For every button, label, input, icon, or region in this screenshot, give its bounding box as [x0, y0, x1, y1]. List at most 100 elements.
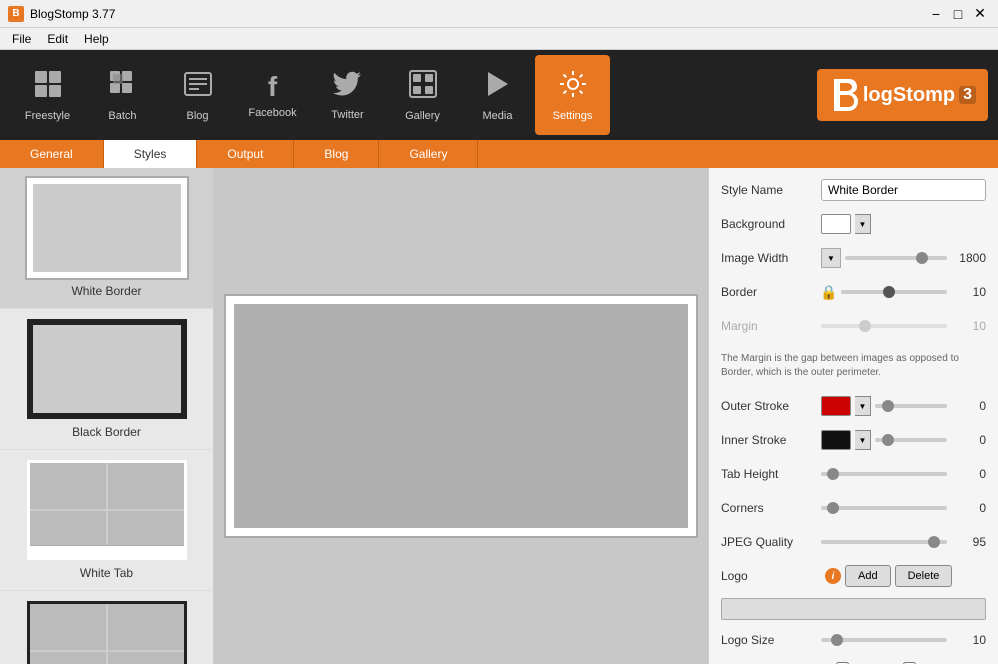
- preview-cell-4: [234, 416, 385, 528]
- inner-stroke-dropdown[interactable]: ▼: [855, 430, 871, 450]
- border-slider[interactable]: [841, 290, 947, 294]
- style-label-black-border: Black Border: [72, 425, 141, 439]
- toolbar-settings[interactable]: Settings: [535, 55, 610, 135]
- style-name-input[interactable]: [821, 179, 986, 201]
- toolbar-twitter-label: Twitter: [331, 109, 363, 121]
- margin-slider[interactable]: [821, 324, 947, 328]
- background-color-dropdown[interactable]: ▼: [855, 214, 871, 234]
- corners-value: 0: [951, 501, 986, 515]
- outer-stroke-label: Outer Stroke: [721, 399, 821, 413]
- margin-control: 10: [821, 319, 986, 333]
- menu-edit[interactable]: Edit: [39, 30, 76, 48]
- toolbar-freestyle-label: Freestyle: [25, 110, 70, 122]
- corners-label: Corners: [721, 501, 821, 515]
- style-name-label: Style Name: [721, 183, 821, 197]
- logo-bar: [721, 598, 986, 620]
- toolbar-blog[interactable]: Blog: [160, 55, 235, 135]
- menubar: File Edit Help: [0, 28, 998, 50]
- sidebar: White Border Black Border White Tab: [0, 168, 214, 664]
- image-width-value: 1800: [951, 251, 986, 265]
- titlebar: B BlogStomp 3.77 − □ ✕: [0, 0, 998, 28]
- subtab-general[interactable]: General: [0, 140, 104, 168]
- logo-control: i Add Delete: [821, 565, 986, 587]
- logo-info-icon[interactable]: i: [825, 568, 841, 584]
- style-item-black-border[interactable]: Black Border: [0, 309, 213, 450]
- jpeg-quality-slider[interactable]: [821, 540, 947, 544]
- style-item-white-tab[interactable]: White Tab: [0, 450, 213, 591]
- outer-stroke-color-swatch[interactable]: [821, 396, 851, 416]
- toolbar: Freestyle Batch Blog f Facebook Twitter …: [0, 50, 998, 140]
- style-name-control: [821, 179, 986, 201]
- outer-stroke-dropdown[interactable]: ▼: [855, 396, 871, 416]
- toolbar-batch[interactable]: Batch: [85, 55, 160, 135]
- border-value: 10: [951, 285, 986, 299]
- menu-help[interactable]: Help: [76, 30, 117, 48]
- border-row: Border 🔒 10: [721, 280, 986, 304]
- gallery-icon: [408, 69, 438, 106]
- logo-add-button[interactable]: Add: [845, 565, 891, 587]
- white-tab-indicator: [30, 545, 184, 557]
- jpeg-quality-row: JPEG Quality 95: [721, 530, 986, 554]
- outer-stroke-value: 0: [951, 399, 986, 413]
- subtab-output[interactable]: Output: [197, 140, 294, 168]
- minimize-button[interactable]: −: [926, 4, 946, 24]
- tab-height-label: Tab Height: [721, 467, 821, 481]
- inner-stroke-row: Inner Stroke ▼ 0: [721, 428, 986, 452]
- app-logo: log Stomp 3: [817, 69, 988, 121]
- tab-height-value: 0: [951, 467, 986, 481]
- background-color-swatch[interactable]: [821, 214, 851, 234]
- preview-cell-1: [234, 304, 385, 416]
- subtab-blog[interactable]: Blog: [294, 140, 379, 168]
- toolbar-gallery-label: Gallery: [405, 110, 440, 122]
- preview-cell-5: [385, 416, 536, 528]
- margin-label: Margin: [721, 319, 821, 333]
- toolbar-facebook[interactable]: f Facebook: [235, 55, 310, 135]
- inner-stroke-slider[interactable]: [875, 438, 947, 442]
- close-button[interactable]: ✕: [970, 4, 990, 24]
- logo-size-value: 10: [951, 633, 986, 647]
- settings-icon: [558, 69, 588, 106]
- outer-stroke-slider[interactable]: [875, 404, 947, 408]
- style-label-white-tab: White Tab: [80, 566, 133, 580]
- style-item-white-border[interactable]: White Border: [0, 168, 213, 309]
- margin-info-note: The Margin is the gap between images as …: [721, 348, 986, 384]
- image-width-slider[interactable]: [845, 256, 947, 260]
- style-item-black-tab[interactable]: Black Tab: [0, 591, 213, 664]
- outer-stroke-control: ▼ 0: [821, 396, 986, 416]
- inner-stroke-value: 0: [951, 433, 986, 447]
- jpeg-quality-label: JPEG Quality: [721, 535, 821, 549]
- border-control: 🔒 10: [821, 282, 986, 302]
- toolbar-media[interactable]: Media: [460, 55, 535, 135]
- toolbar-blog-label: Blog: [186, 110, 208, 122]
- window-controls: − □ ✕: [926, 4, 990, 24]
- subtab-styles[interactable]: Styles: [104, 140, 198, 168]
- outer-stroke-row: Outer Stroke ▼ 0: [721, 394, 986, 418]
- lock-icon: 🔒: [821, 282, 837, 302]
- facebook-icon: f: [268, 71, 277, 103]
- corners-slider[interactable]: [821, 506, 947, 510]
- logo-size-slider[interactable]: [821, 638, 947, 642]
- toolbar-facebook-label: Facebook: [248, 107, 296, 119]
- logo-delete-button[interactable]: Delete: [895, 565, 953, 587]
- style-preview-black-border: [27, 319, 187, 419]
- toolbar-gallery[interactable]: Gallery: [385, 55, 460, 135]
- subtab-gallery[interactable]: Gallery: [379, 140, 478, 168]
- toolbar-settings-label: Settings: [553, 110, 593, 122]
- inner-stroke-control: ▼ 0: [821, 430, 986, 450]
- toolbar-freestyle[interactable]: Freestyle: [10, 55, 85, 135]
- image-width-dropdown[interactable]: ▼: [821, 248, 841, 268]
- logo-row: Logo i Add Delete: [721, 564, 986, 588]
- app-title: BlogStomp 3.77: [30, 7, 926, 21]
- style-preview-black-tab: [27, 601, 187, 664]
- tab-height-slider[interactable]: [821, 472, 947, 476]
- batch-icon: [108, 69, 138, 106]
- logo-size-label: Logo Size: [721, 633, 821, 647]
- inner-stroke-label: Inner Stroke: [721, 433, 821, 447]
- menu-file[interactable]: File: [4, 30, 39, 48]
- maximize-button[interactable]: □: [948, 4, 968, 24]
- inner-stroke-color-swatch[interactable]: [821, 430, 851, 450]
- logo-size-row: Logo Size 10: [721, 628, 986, 652]
- tab-height-control: 0: [821, 467, 986, 481]
- toolbar-twitter[interactable]: Twitter: [310, 55, 385, 135]
- style-label-white-border: White Border: [71, 284, 141, 298]
